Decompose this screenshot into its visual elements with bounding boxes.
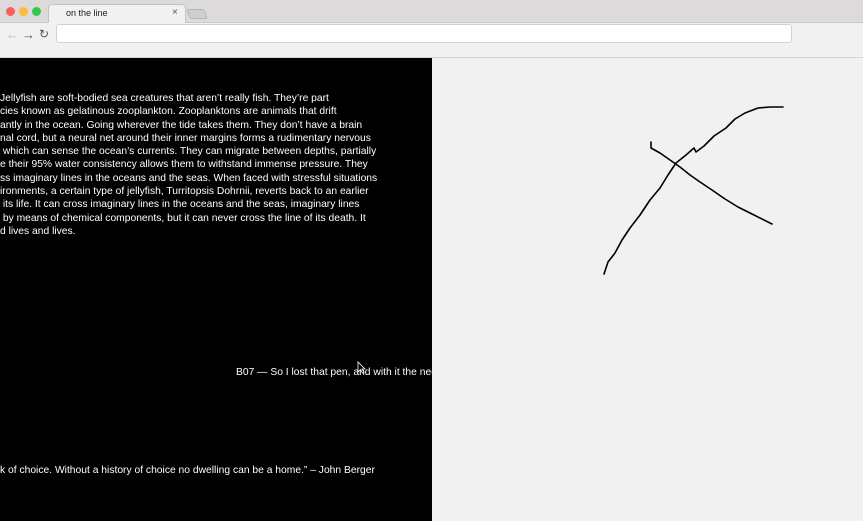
mouse-cursor-icon <box>357 361 366 374</box>
freehand-drawing <box>603 106 784 275</box>
drawn-stroke <box>650 141 773 225</box>
drawn-stroke <box>603 106 784 275</box>
